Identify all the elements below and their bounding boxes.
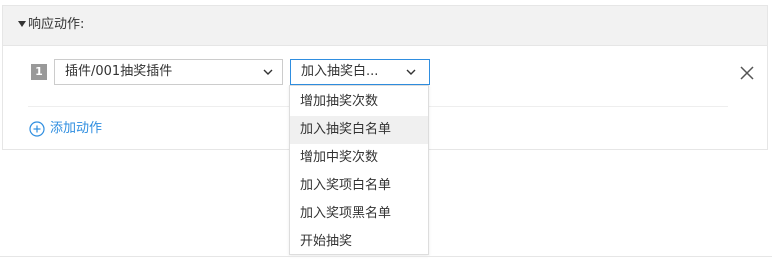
- add-action-label: 添加动作: [50, 121, 103, 136]
- action-select[interactable]: 加入抽奖白...: [290, 59, 430, 85]
- close-icon[interactable]: [740, 66, 754, 80]
- page: 响应动作: 1 插件/001抽奖插件 加入抽奖白... 添加动作 增加抽奖次数 …: [0, 0, 772, 259]
- plugin-select[interactable]: 插件/001抽奖插件: [54, 59, 283, 85]
- panel-title: 响应动作:: [28, 17, 85, 32]
- panel-header[interactable]: 响应动作:: [3, 6, 767, 46]
- dropdown-option[interactable]: 增加抽奖次数: [290, 88, 428, 116]
- action-select-value: 加入抽奖白...: [301, 64, 379, 79]
- dropdown-option-highlighted[interactable]: 加入抽奖白名单: [290, 116, 428, 144]
- dropdown-option[interactable]: 加入奖项白名单: [290, 172, 428, 200]
- chevron-down-icon: [406, 69, 416, 75]
- plugin-select-value: 插件/001抽奖插件: [65, 64, 173, 79]
- row-index-badge: 1: [31, 64, 47, 80]
- plus-circle-icon: [29, 121, 45, 137]
- chevron-down-icon: [263, 69, 273, 75]
- dropdown-option[interactable]: 增加中奖次数: [290, 144, 428, 172]
- dropdown-option[interactable]: 加入奖项黑名单: [290, 200, 428, 228]
- dropdown-option[interactable]: 开始抽奖: [290, 228, 428, 256]
- bottom-divider: [0, 256, 772, 257]
- action-dropdown-menu: 增加抽奖次数 加入抽奖白名单 增加中奖次数 加入奖项白名单 加入奖项黑名单 开始…: [289, 85, 429, 255]
- triangle-down-icon[interactable]: [18, 21, 26, 27]
